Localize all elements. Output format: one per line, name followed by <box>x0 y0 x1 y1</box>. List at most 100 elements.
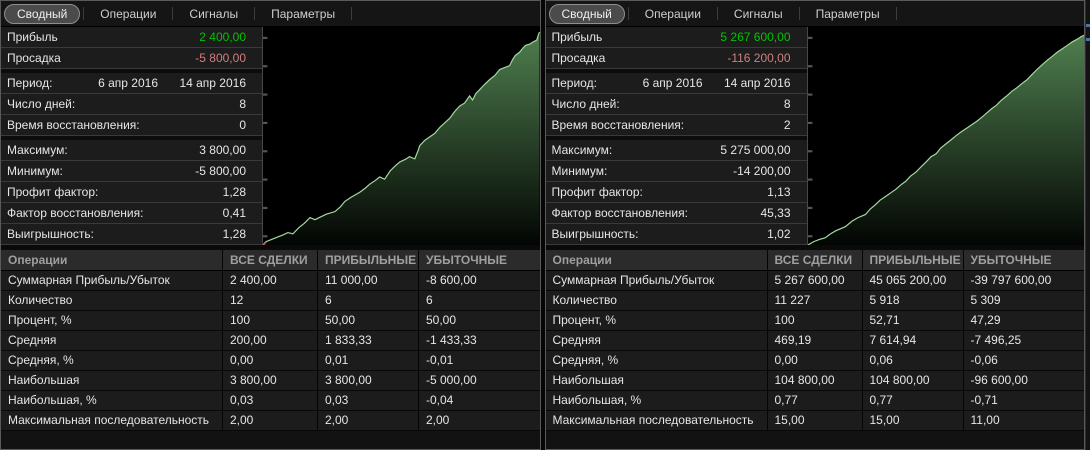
table-row[interactable]: Наибольшая 3 800,00 3 800,00 -5 000,00 <box>1 371 540 391</box>
table-header-row: Операции ВСЕ СДЕЛКИ ПРИБЫЛЬНЫЕ УБЫТОЧНЫЕ <box>1 250 540 271</box>
table-row[interactable]: Количество 11 227 5 918 5 309 <box>546 291 1085 311</box>
cell-value: 0,01 <box>318 351 419 371</box>
stat-row-drawdown: Просадка -116 200,00 <box>546 48 807 69</box>
trades-statistics-table: Операции ВСЕ СДЕЛКИ ПРИБЫЛЬНЫЕ УБЫТОЧНЫЕ… <box>546 250 1085 449</box>
tab-separator <box>717 7 718 20</box>
cell-value: -0,06 <box>964 351 1085 371</box>
stat-value-period-end: 14 апр 2016 <box>158 73 246 93</box>
table-row[interactable]: Средняя, % 0,00 0,01 -0,01 <box>1 351 540 371</box>
stat-row-win-rate: Выигрышность: 1,02 <box>546 224 807 245</box>
scrollbar[interactable] <box>1085 0 1090 450</box>
cell-value: 0,77 <box>768 391 863 411</box>
column-header-all-trades[interactable]: ВСЕ СДЕЛКИ <box>223 250 318 271</box>
table-row[interactable]: Средняя 200,00 1 833,33 -1 433,33 <box>1 331 540 351</box>
cell-value: 15,00 <box>863 411 964 431</box>
stat-value: -14 200,00 <box>733 161 790 181</box>
cell-value: 104 800,00 <box>863 371 964 391</box>
cell-value: 100 <box>768 311 863 331</box>
stat-value: 0,41 <box>223 203 246 223</box>
stat-label: Максимум: <box>552 140 721 160</box>
stat-label: Минимум: <box>552 161 734 181</box>
table-row[interactable]: Наибольшая, % 0,77 0,77 -0,71 <box>546 391 1085 411</box>
table-row[interactable]: Процент, % 100 52,71 47,29 <box>546 311 1085 331</box>
tab-signals[interactable]: Сигналы <box>721 4 796 24</box>
stat-row-maximum: Максимум: 3 800,00 <box>1 140 262 161</box>
tab-parameters[interactable]: Параметры <box>803 4 893 24</box>
row-label: Количество <box>1 291 223 311</box>
cell-value: 52,71 <box>863 311 964 331</box>
report-panel-right: Сводный Операции Сигналы Параметры Прибы… <box>545 0 1086 450</box>
table-row[interactable]: Суммарная Прибыль/Убыток 5 267 600,00 45… <box>546 271 1085 291</box>
table-row[interactable]: Наибольшая 104 800,00 104 800,00 -96 600… <box>546 371 1085 391</box>
stat-value: 8 <box>784 94 791 114</box>
summary-stats: Прибыль 5 267 600,00 Просадка -116 200,0… <box>546 27 808 245</box>
tab-operations[interactable]: Операции <box>87 4 169 24</box>
cell-value: 6 <box>318 291 419 311</box>
equity-curve-chart[interactable] <box>808 27 1085 245</box>
tab-operations[interactable]: Операции <box>632 4 714 24</box>
column-header-operations[interactable]: Операции <box>1 250 223 271</box>
stat-label: Число дней: <box>7 94 239 114</box>
cell-value: 3 800,00 <box>318 371 419 391</box>
table-row[interactable]: Суммарная Прибыль/Убыток 2 400,00 11 000… <box>1 271 540 291</box>
cell-value: 2,00 <box>223 411 318 431</box>
table-header-row: Операции ВСЕ СДЕЛКИ ПРИБЫЛЬНЫЕ УБЫТОЧНЫЕ <box>546 250 1085 271</box>
stat-label: Выигрышность: <box>7 224 223 244</box>
column-header-operations[interactable]: Операции <box>546 250 768 271</box>
cell-value: 6 <box>419 291 540 311</box>
cell-value: 45 065 200,00 <box>863 271 964 291</box>
tab-separator <box>896 7 897 20</box>
stat-value-period-start: 6 апр 2016 <box>643 73 703 93</box>
scrollbar-mark <box>1086 24 1090 27</box>
tab-parameters[interactable]: Параметры <box>258 4 348 24</box>
table-row[interactable]: Максимальная последовательность 2,00 2,0… <box>1 411 540 431</box>
cell-value: 15,00 <box>768 411 863 431</box>
tab-separator <box>351 7 352 20</box>
stat-value: 1,28 <box>223 224 246 244</box>
stat-value: 1,13 <box>767 182 790 202</box>
stat-value: 45,33 <box>760 203 790 223</box>
cell-value: 7 614,94 <box>863 331 964 351</box>
column-header-profitable[interactable]: ПРИБЫЛЬНЫЕ <box>318 250 419 271</box>
cell-value: 104 800,00 <box>768 371 863 391</box>
stat-row-profit: Прибыль 2 400,00 <box>1 27 262 48</box>
tab-signals[interactable]: Сигналы <box>176 4 251 24</box>
cell-value: 11 000,00 <box>318 271 419 291</box>
row-label: Суммарная Прибыль/Убыток <box>1 271 223 291</box>
row-label: Максимальная последовательность <box>546 411 768 431</box>
row-label: Наибольшая <box>546 371 768 391</box>
cell-value: 5 309 <box>964 291 1085 311</box>
stat-label: Выигрышность: <box>552 224 768 244</box>
table-row[interactable]: Максимальная последовательность 15,00 15… <box>546 411 1085 431</box>
table-row[interactable]: Наибольшая, % 0,03 0,03 -0,04 <box>1 391 540 411</box>
tab-summary[interactable]: Сводный <box>549 4 625 24</box>
cell-value: -96 600,00 <box>964 371 1085 391</box>
row-label: Наибольшая, % <box>546 391 768 411</box>
table-row[interactable]: Процент, % 100 50,00 50,00 <box>1 311 540 331</box>
stat-row-profit: Прибыль 5 267 600,00 <box>546 27 807 48</box>
column-header-all-trades[interactable]: ВСЕ СДЕЛКИ <box>768 250 863 271</box>
table-row[interactable]: Количество 12 6 6 <box>1 291 540 311</box>
column-header-profitable[interactable]: ПРИБЫЛЬНЫЕ <box>863 250 964 271</box>
stat-row-drawdown: Просадка -5 800,00 <box>1 48 262 69</box>
equity-curve-chart[interactable] <box>263 27 540 245</box>
cell-value: 50,00 <box>419 311 540 331</box>
trades-statistics-table: Операции ВСЕ СДЕЛКИ ПРИБЫЛЬНЫЕ УБЫТОЧНЫЕ… <box>1 250 540 449</box>
stat-value: 1,28 <box>223 182 246 202</box>
axis-ticks <box>808 38 812 236</box>
report-panel-left: Сводный Операции Сигналы Параметры Прибы… <box>0 0 541 450</box>
scrollbar-mark <box>1086 38 1090 41</box>
cell-value: 11 227 <box>768 291 863 311</box>
row-label: Средняя <box>546 331 768 351</box>
stat-row-win-rate: Выигрышность: 1,28 <box>1 224 262 245</box>
tab-summary[interactable]: Сводный <box>4 4 80 24</box>
column-header-losing[interactable]: УБЫТОЧНЫЕ <box>964 250 1085 271</box>
summary-stats: Прибыль 2 400,00 Просадка -5 800,00 Пери… <box>1 27 263 245</box>
column-header-losing[interactable]: УБЫТОЧНЫЕ <box>419 250 540 271</box>
cell-value: 3 800,00 <box>223 371 318 391</box>
cell-value: 12 <box>223 291 318 311</box>
table-row[interactable]: Средняя 469,19 7 614,94 -7 496,25 <box>546 331 1085 351</box>
stat-row-recovery-factor: Фактор восстановления: 0,41 <box>1 203 262 224</box>
cell-value: -7 496,25 <box>964 331 1085 351</box>
table-row[interactable]: Средняя, % 0,00 0,06 -0,06 <box>546 351 1085 371</box>
